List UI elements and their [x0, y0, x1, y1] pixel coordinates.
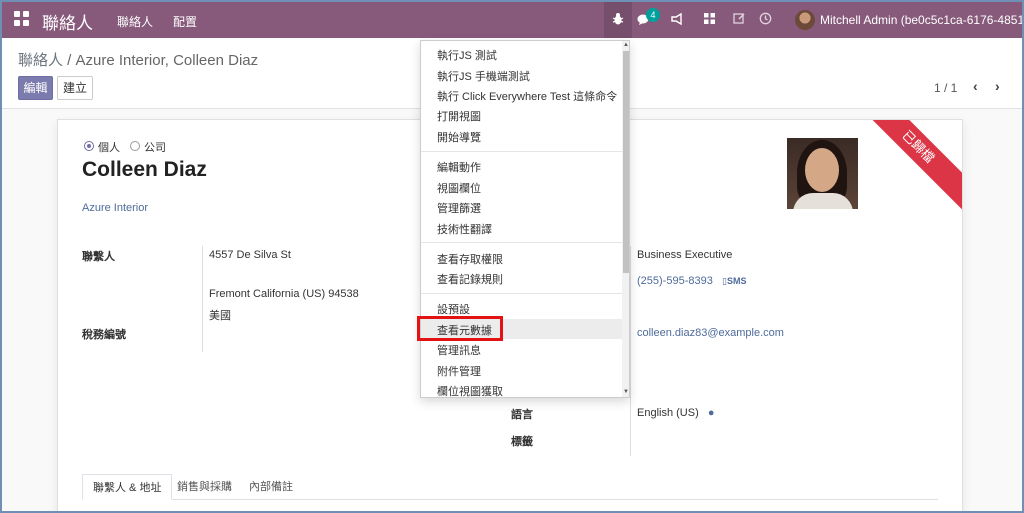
- user-menu[interactable]: Mitchell Admin (be0c5c1ca-6176-4851-...: [820, 13, 1022, 27]
- user-avatar[interactable]: [795, 10, 815, 30]
- breadcrumb-current: Azure Interior, Colleen Diaz: [75, 52, 259, 69]
- breadcrumb-separator: /: [63, 52, 76, 69]
- scroll-down-icon[interactable]: ▼: [623, 389, 629, 395]
- job-position[interactable]: Business Executive: [637, 249, 732, 261]
- menu-contacts[interactable]: 聯絡人: [117, 13, 153, 30]
- dropdown-scroll-thumb[interactable]: [623, 51, 629, 273]
- menu-item-fields-view-get[interactable]: 欄位視圖獲取: [437, 383, 503, 397]
- phone-value[interactable]: (255)-595-8393: [637, 275, 713, 287]
- pager-next-icon[interactable]: ›: [995, 78, 1000, 94]
- menu-divider: [421, 242, 622, 243]
- menu-item-technical-translation[interactable]: 技術性翻譯: [437, 221, 492, 237]
- company-link[interactable]: Azure Interior: [82, 202, 148, 214]
- highlight-annotation: [417, 316, 503, 341]
- globe-icon[interactable]: ●: [708, 407, 715, 419]
- menu-item-run-js-mobile-tests[interactable]: 執行JS 手機端測試: [437, 68, 530, 84]
- notebook-tabs: 聯繫人 & 地址 銷售與採購 內部備註: [82, 474, 938, 500]
- language-text[interactable]: English (US): [637, 407, 699, 419]
- tags-label: 標籤: [511, 436, 533, 448]
- language-value[interactable]: English (US) ●: [637, 407, 715, 419]
- edit-icon[interactable]: [731, 12, 747, 28]
- pager-previous-icon[interactable]: ‹: [973, 78, 978, 94]
- contact-photo[interactable]: [787, 138, 858, 209]
- bug-icon[interactable]: [610, 12, 626, 28]
- edit-button[interactable]: 編輯: [18, 76, 53, 100]
- radio-company[interactable]: [130, 141, 140, 151]
- phone-number[interactable]: (255)-595-8393 ▯SMS: [637, 275, 746, 287]
- vat-label: 稅務編號: [82, 329, 126, 341]
- menu-configuration[interactable]: 配置: [173, 13, 197, 30]
- debug-dropdown-menu: 執行JS 測試 執行JS 手機端測試 執行 Click Everywhere T…: [420, 40, 630, 398]
- address-separator: [202, 246, 203, 352]
- menu-item-manage-messages[interactable]: 管理訊息: [437, 342, 481, 358]
- breadcrumb-parent[interactable]: 聯絡人: [18, 52, 63, 69]
- contact-name[interactable]: Colleen Diaz: [82, 158, 207, 182]
- address-street[interactable]: 4557 De Silva St: [209, 249, 291, 261]
- menu-item-edit-action[interactable]: 編輯動作: [437, 159, 481, 175]
- menu-item-set-defaults[interactable]: 設預設: [437, 301, 470, 317]
- menu-divider: [421, 293, 622, 294]
- pager-value[interactable]: 1 / 1: [934, 81, 957, 95]
- address-country[interactable]: 美國: [209, 307, 231, 323]
- menu-item-view-fields[interactable]: 視圖欄位: [437, 180, 481, 196]
- archived-ribbon: 已歸檔: [852, 120, 962, 213]
- menu-item-view-record-rules[interactable]: 查看記錄規則: [437, 271, 503, 287]
- sms-button[interactable]: ▯SMS: [722, 276, 746, 286]
- address-city[interactable]: Fremont California (US) 94538: [209, 288, 359, 300]
- menu-item-click-everywhere[interactable]: 執行 Click Everywhere Test 這條命令: [437, 88, 617, 104]
- address-label: 聯繫人: [82, 251, 115, 263]
- menu-item-start-tour[interactable]: 開始導覽: [437, 129, 481, 145]
- message-count-badge: 4: [646, 8, 660, 22]
- apps-grid-icon[interactable]: [14, 11, 30, 27]
- sms-label[interactable]: SMS: [727, 276, 747, 286]
- create-button[interactable]: 建立: [57, 76, 93, 100]
- menu-item-view-access-rights[interactable]: 查看存取權限: [437, 251, 503, 267]
- tab-sales-purchase[interactable]: 銷售與採購: [167, 474, 242, 500]
- menu-item-run-js-tests[interactable]: 執行JS 測試: [437, 47, 497, 63]
- right-column-separator: [630, 246, 631, 456]
- menu-item-open-view[interactable]: 打開視圖: [437, 108, 481, 124]
- megaphone-icon[interactable]: [669, 12, 685, 28]
- tab-contacts-addresses[interactable]: 聯繫人 & 地址: [82, 474, 173, 500]
- menu-item-manage-filters[interactable]: 管理篩選: [437, 200, 481, 216]
- clock-icon[interactable]: [757, 12, 773, 28]
- tab-internal-notes[interactable]: 內部備註: [239, 474, 303, 500]
- language-label: 語言: [511, 409, 533, 421]
- grid-icon[interactable]: [701, 12, 717, 28]
- email[interactable]: colleen.diaz83@example.com: [637, 327, 784, 339]
- menu-divider: [421, 151, 622, 152]
- app-window: 聯絡人 聯絡人 配置 4 Mitchell Admin (be0c5c1ca-6…: [0, 0, 1024, 513]
- radio-person-label[interactable]: 個人: [98, 139, 120, 155]
- radio-company-label[interactable]: 公司: [144, 139, 166, 155]
- top-navbar: 聯絡人 聯絡人 配置 4 Mitchell Admin (be0c5c1ca-6…: [2, 2, 1022, 38]
- menu-item-manage-attachments[interactable]: 附件管理: [437, 363, 481, 379]
- breadcrumb: 聯絡人 / Azure Interior, Colleen Diaz: [18, 49, 258, 70]
- scroll-up-icon[interactable]: ▲: [623, 42, 629, 48]
- radio-person[interactable]: [84, 141, 94, 151]
- app-title[interactable]: 聯絡人: [42, 9, 93, 34]
